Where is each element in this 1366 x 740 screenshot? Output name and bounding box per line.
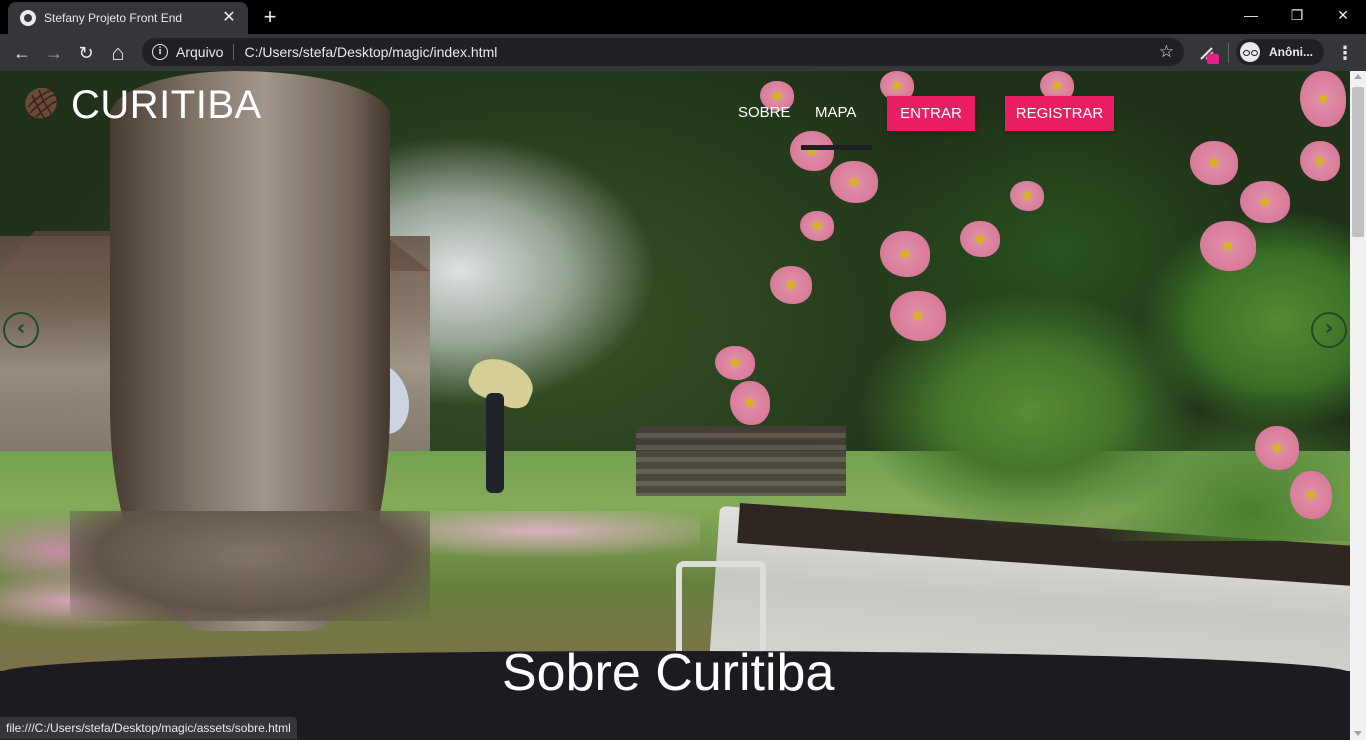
globe-icon — [20, 10, 36, 26]
extension-badge — [1207, 54, 1219, 64]
home-button[interactable]: ⌂ — [104, 39, 132, 67]
page-viewport: CURITIBA SOBRE MAPA ENTRAR REGISTRAR ‹ › — [0, 71, 1350, 740]
browser-toolbar: ← → ↻ ⌂ i Arquivo C:/Users/stefa/Desktop… — [0, 34, 1366, 71]
scroll-down-arrow-icon[interactable] — [1354, 731, 1362, 736]
forward-button[interactable]: → — [40, 39, 68, 67]
carousel-prev-icon[interactable]: ‹ — [3, 312, 39, 348]
omnibox-divider — [233, 44, 235, 60]
back-button[interactable]: ← — [8, 39, 36, 67]
tab-title: Stefany Projeto Front End — [44, 11, 183, 25]
incognito-icon — [1240, 42, 1260, 62]
origin-label: Arquivo — [176, 44, 224, 60]
profile-label: Anôni... — [1269, 45, 1313, 59]
tab-strip: Stefany Projeto Front End ✕ + — ❐ ✕ — [0, 0, 1366, 34]
url-text[interactable]: C:/Users/stefa/Desktop/magic/index.html — [244, 44, 497, 60]
window-close-button[interactable]: ✕ — [1320, 0, 1366, 30]
minimize-button[interactable]: — — [1228, 0, 1274, 30]
address-bar[interactable]: i Arquivo C:/Users/stefa/Desktop/magic/i… — [142, 38, 1184, 66]
carousel-next-icon[interactable]: › — [1311, 312, 1347, 348]
page-scrollbar[interactable] — [1350, 71, 1366, 740]
site-logo[interactable]: CURITIBA — [71, 83, 262, 128]
hero-carousel-image — [0, 71, 1350, 671]
tab-active[interactable]: Stefany Projeto Front End ✕ — [8, 2, 248, 34]
new-tab-button[interactable]: + — [258, 6, 282, 30]
scroll-up-arrow-icon[interactable] — [1354, 74, 1362, 79]
toolbar-divider — [1228, 43, 1229, 63]
hero-overlay — [0, 71, 1350, 671]
restore-button[interactable]: ❐ — [1274, 0, 1320, 30]
bookmark-star-icon[interactable]: ☆ — [1159, 42, 1174, 62]
nav-link-mapa[interactable]: MAPA — [815, 104, 856, 121]
entrar-button[interactable]: ENTRAR — [887, 96, 975, 131]
tab-close-icon[interactable]: ✕ — [220, 9, 238, 27]
info-icon[interactable]: i — [152, 44, 168, 60]
scrollbar-thumb[interactable] — [1352, 87, 1364, 237]
nav-link-sobre[interactable]: SOBRE — [738, 104, 791, 121]
section-title: Sobre Curitiba — [502, 644, 835, 702]
pine-cone-icon[interactable] — [20, 81, 62, 121]
reload-button[interactable]: ↻ — [72, 39, 100, 67]
registrar-button[interactable]: REGISTRAR — [1005, 96, 1114, 131]
browser-menu-icon[interactable]: ⋮ — [1336, 39, 1354, 67]
incognito-profile-button[interactable]: Anôni... — [1236, 39, 1324, 65]
nav-active-indicator — [801, 145, 872, 150]
